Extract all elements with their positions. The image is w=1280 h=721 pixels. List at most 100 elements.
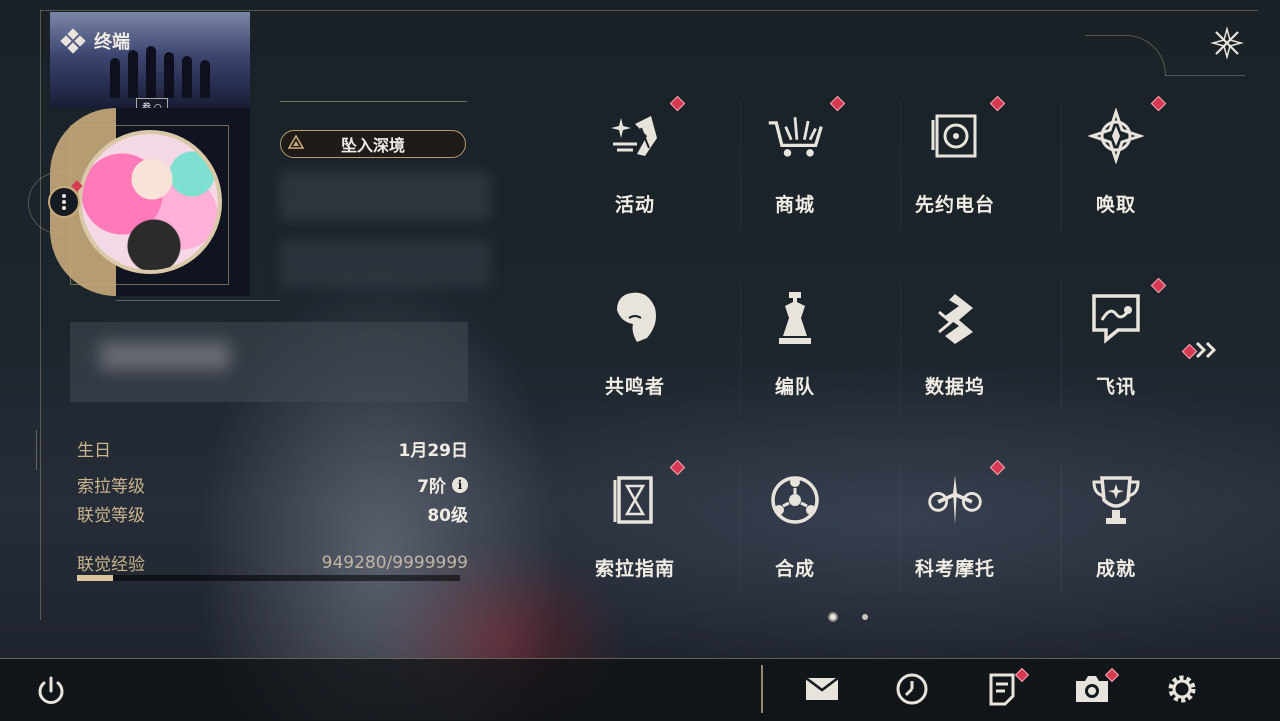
profile-banner[interactable]: 参 ○	[50, 12, 250, 108]
trophy-icon	[1086, 470, 1146, 530]
frame-left-line	[40, 10, 41, 620]
mail-icon	[803, 674, 841, 708]
stat-label: 索拉等级	[77, 477, 145, 497]
stat-label: 联觉经验	[77, 555, 145, 575]
grid-divider	[900, 100, 901, 230]
notification-badge	[1150, 277, 1167, 294]
terminal-header: 终端	[60, 28, 130, 54]
notice-button[interactable]	[983, 672, 1021, 710]
character-portrait-icon	[605, 288, 665, 348]
grid-divider	[740, 100, 741, 230]
menu-item-chess-team[interactable]: 编队	[740, 274, 850, 424]
page-indicator	[828, 612, 868, 622]
notification-badge	[989, 95, 1006, 112]
name-underline	[280, 101, 467, 102]
player-id-redacted	[280, 240, 490, 288]
banner-tag: 参 ○	[136, 98, 168, 108]
menu-item-character-portrait[interactable]: 共鸣者	[580, 274, 690, 424]
bottom-divider	[761, 665, 763, 713]
menu-item-label: 科考摩托	[914, 558, 995, 580]
radio-icon	[925, 106, 985, 166]
grid-divider	[1061, 100, 1062, 230]
close-icon	[1210, 26, 1244, 60]
sparkle-event-icon	[605, 106, 665, 166]
stat-label: 联觉等级	[77, 506, 145, 526]
power-icon	[38, 676, 64, 704]
grid-divider	[1061, 282, 1062, 412]
stat-value: 80级	[427, 506, 468, 526]
menu-item-shopping-cart[interactable]: 商城	[740, 92, 850, 242]
stat-sola-level: 索拉等级 7阶 i	[77, 472, 468, 497]
menu-item-label: 编队	[774, 376, 815, 398]
guide-book-icon	[605, 470, 665, 530]
menu-item-data-dock[interactable]: 数据坞	[900, 274, 1010, 424]
abyss-button[interactable]: 坠入深境	[280, 130, 466, 158]
frame-arc-line	[1165, 75, 1245, 76]
menu-item-label: 唤取	[1095, 194, 1136, 216]
stat-union-level: 联觉等级 80级	[77, 501, 468, 526]
stat-value: 1月29日	[398, 441, 469, 461]
grid-divider	[1061, 464, 1062, 594]
exp-value: 949280/9999999	[321, 552, 468, 573]
menu-item-synthesis[interactable]: 合成	[740, 456, 850, 606]
page-dot[interactable]	[862, 614, 868, 620]
camera-button[interactable]	[1073, 672, 1111, 710]
grid-divider	[900, 282, 901, 412]
menu-item-radio[interactable]: 先约电台	[900, 92, 1010, 242]
player-name-redacted	[280, 172, 490, 220]
menu-item-message-bubble[interactable]: 飞讯	[1061, 274, 1171, 424]
menu-item-motorcycle[interactable]: 科考摩托	[900, 456, 1010, 606]
compass-star-icon	[1086, 106, 1146, 166]
grid-divider	[740, 464, 741, 594]
settings-gear-icon	[1164, 671, 1200, 711]
stat-label: 生日	[77, 441, 111, 461]
mail-button[interactable]	[803, 672, 841, 710]
close-button[interactable]	[1208, 24, 1246, 62]
double-chevron-right-icon	[1195, 341, 1217, 359]
signature-redacted	[100, 342, 230, 370]
menu-item-trophy[interactable]: 成就	[1061, 456, 1171, 606]
stat-value: 7阶	[417, 477, 446, 497]
frame-ornament	[36, 430, 45, 470]
menu-item-label: 先约电台	[914, 194, 995, 216]
menu-item-label: 商城	[774, 194, 815, 216]
synthesis-icon	[765, 470, 825, 530]
exp-progress-bar	[77, 575, 460, 581]
clock-button[interactable]	[893, 672, 931, 710]
next-page-button[interactable]	[1180, 336, 1224, 364]
triangle-emblem-icon	[281, 134, 311, 153]
info-icon[interactable]: i	[452, 476, 468, 493]
frame-arc	[1085, 35, 1166, 76]
clock-icon	[895, 672, 929, 710]
page-dot-active[interactable]	[828, 612, 838, 622]
notification-badge	[1150, 95, 1167, 112]
grid-divider	[900, 464, 901, 594]
shopping-cart-icon	[765, 106, 825, 166]
menu-item-sparkle-event[interactable]: 活动	[580, 92, 690, 242]
power-button[interactable]	[34, 674, 68, 708]
avatar[interactable]	[78, 130, 222, 274]
notice-icon	[987, 672, 1017, 710]
notification-badge	[829, 95, 846, 112]
notification-badge	[669, 459, 686, 476]
menu-item-label: 活动	[614, 194, 655, 216]
stat-union-exp: 联觉经验 949280/9999999	[77, 550, 468, 576]
frame-top-line	[40, 10, 1258, 11]
notification-badge	[989, 459, 1006, 476]
profile-divider	[116, 300, 280, 301]
motorcycle-icon	[925, 470, 985, 530]
menu-item-compass-star[interactable]: 唤取	[1061, 92, 1171, 242]
stat-birthday: 生日 1月29日	[77, 436, 468, 461]
page-title: 终端	[94, 32, 130, 53]
menu-item-guide-book[interactable]: 索拉指南	[580, 456, 690, 606]
signature-box[interactable]	[70, 322, 468, 402]
menu-item-label: 飞讯	[1095, 376, 1136, 398]
diamond-logo-icon	[60, 28, 86, 54]
exp-progress-fill	[77, 575, 114, 581]
camera-icon	[1073, 673, 1111, 709]
menu-item-label: 数据坞	[924, 376, 985, 398]
menu-item-label: 合成	[774, 558, 815, 580]
settings-gear-button[interactable]	[1163, 672, 1201, 710]
grid-divider	[740, 282, 741, 412]
chess-team-icon	[765, 288, 825, 348]
